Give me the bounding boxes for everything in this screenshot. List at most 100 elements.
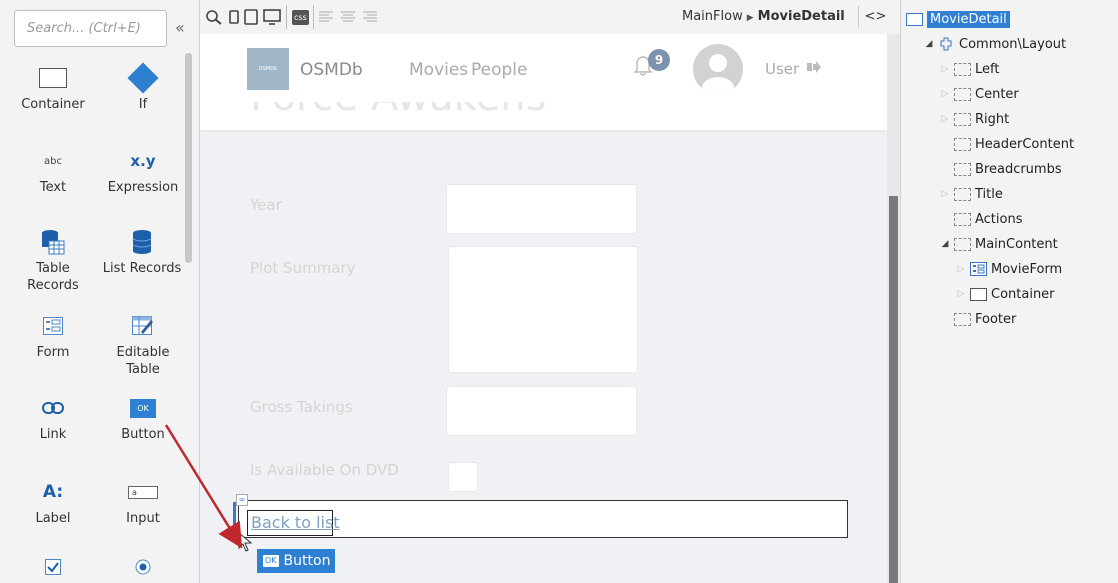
expander-icon[interactable]: ◢ [923, 39, 935, 49]
expander-icon[interactable]: ▷ [955, 264, 967, 274]
tool-label: Container [21, 97, 85, 112]
nav-people[interactable]: People [471, 60, 527, 80]
expander-icon[interactable]: ▷ [939, 89, 951, 99]
code-view-button[interactable]: <> [858, 6, 892, 28]
form-icon [43, 317, 63, 335]
align-center-icon[interactable] [341, 7, 355, 27]
link-widget-icon: ∞ [236, 494, 248, 506]
tool-list-records[interactable]: List Records [92, 224, 192, 277]
tree-node-label: Title [975, 186, 1003, 202]
phone-view-icon[interactable] [229, 7, 239, 27]
align-left-icon[interactable] [319, 7, 333, 27]
placeholder-icon [953, 312, 971, 327]
tree-node-right[interactable]: ▷ Right [939, 108, 1010, 130]
available-dvd-checkbox[interactable] [448, 462, 478, 492]
button-icon: OK [130, 398, 156, 418]
tree-node-moviedetail[interactable]: MovieDetail [905, 8, 1010, 30]
tree-node-footer[interactable]: Footer [939, 308, 1016, 330]
plot-summary-textarea[interactable] [448, 246, 638, 373]
app-brand[interactable]: OSMDb [300, 60, 363, 80]
container-icon [969, 287, 987, 302]
tool-expression[interactable]: x.y Expression [98, 143, 188, 196]
expander-icon[interactable]: ▷ [955, 289, 967, 299]
expander-icon[interactable]: ◢ [939, 239, 951, 249]
checkbox-icon [45, 559, 61, 575]
tool-label: Table Records [27, 261, 79, 293]
avatar[interactable] [693, 44, 743, 94]
container-icon [39, 68, 67, 88]
tool-link[interactable]: Link [8, 390, 98, 443]
tree-node-label: HeaderContent [975, 136, 1075, 152]
logout-icon[interactable] [807, 61, 821, 77]
tool-text[interactable]: abc Text [8, 143, 98, 196]
editor-toolbar: css MainFlow ▶ MovieDetail <> [200, 0, 900, 34]
desktop-view-icon[interactable] [263, 7, 281, 27]
tool-table-records[interactable]: Table Records [8, 224, 98, 294]
tool-label: Input [126, 511, 160, 526]
list-records-icon [132, 230, 152, 254]
tree-node-actions[interactable]: Actions [939, 208, 1023, 230]
tree-node-breadcrumbs[interactable]: Breadcrumbs [939, 158, 1062, 180]
tool-container[interactable]: Container [8, 60, 98, 113]
preview-icon[interactable] [206, 7, 222, 27]
placeholder-icon [953, 212, 971, 227]
tool-label: Label [35, 511, 71, 526]
placeholder-icon [953, 237, 971, 252]
insert-position-indicator [233, 502, 236, 540]
toolbar-divider [286, 5, 287, 29]
app-logo[interactable]: OSMDb [247, 48, 289, 90]
tree-node-label: Actions [975, 211, 1023, 227]
css-icon: css [292, 9, 309, 25]
tool-label-widget[interactable]: A: Label [8, 474, 98, 527]
search-input[interactable]: Search... (Ctrl+E) [14, 10, 167, 47]
tree-node-container[interactable]: ▷ Container [955, 283, 1055, 305]
tool-label: Link [39, 427, 67, 442]
tool-input[interactable]: a Input [98, 474, 188, 527]
form-icon [969, 262, 987, 277]
tree-node-headercontent[interactable]: HeaderContent [939, 133, 1074, 155]
tree-node-label: Breadcrumbs [975, 161, 1062, 177]
tool-if[interactable]: If [98, 60, 188, 113]
tool-radio[interactable] [98, 555, 188, 579]
tree-node-maincontent[interactable]: ◢ MainContent [939, 233, 1058, 255]
widget-tree-panel: MovieDetail ◢ Common\Layout ▷ Left ▷ Center ▷ Ri… [900, 0, 1118, 583]
tool-button[interactable]: OK Button [98, 390, 188, 443]
placeholder-icon [953, 187, 971, 202]
field-label-available-dvd: Is Available On DVD [250, 461, 399, 479]
expander-icon[interactable]: ▷ [939, 64, 951, 74]
screen-canvas[interactable]: OSMDb OSMDb Movies People 9 User Force A… [200, 34, 900, 583]
tool-form[interactable]: Form [8, 308, 98, 361]
tool-label: Text [39, 180, 67, 195]
field-label-plot-summary: Plot Summary [250, 259, 356, 277]
tree-node-movieform[interactable]: ▷ MovieForm [955, 258, 1063, 280]
back-to-list-link[interactable]: Back to list [251, 513, 340, 532]
css-editor-button[interactable]: css [292, 7, 309, 27]
radio-icon [135, 559, 151, 575]
link-icon [42, 402, 64, 414]
tree-node-common-layout[interactable]: ◢ Common\Layout [923, 33, 1067, 55]
mouse-cursor-icon [238, 531, 253, 556]
align-right-icon[interactable] [363, 7, 377, 27]
gross-takings-input[interactable] [446, 386, 637, 436]
tree-node-label: Container [991, 286, 1055, 302]
collapse-panel-button[interactable]: « [175, 18, 185, 37]
breadcrumb-screen[interactable]: MovieDetail [758, 9, 845, 24]
expression-icon: x.y [130, 151, 156, 170]
year-input[interactable] [446, 184, 637, 234]
expander-icon[interactable]: ▷ [939, 114, 951, 124]
tool-checkbox[interactable] [8, 555, 98, 579]
nav-movies[interactable]: Movies [409, 60, 468, 80]
placeholder-icon [953, 137, 971, 152]
user-name[interactable]: User [765, 60, 799, 78]
tool-editable-table[interactable]: Editable Table [98, 308, 188, 378]
breadcrumb: MainFlow ▶ MovieDetail [682, 9, 845, 24]
tablet-view-icon[interactable] [244, 7, 258, 27]
tree-node-center[interactable]: ▷ Center [939, 83, 1019, 105]
tree-node-left[interactable]: ▷ Left [939, 58, 1000, 80]
expander-icon[interactable]: ▷ [939, 189, 951, 199]
tree-node-label: Right [975, 111, 1010, 127]
breadcrumb-flow[interactable]: MainFlow [682, 9, 743, 24]
canvas-scrollbar-thumb[interactable] [889, 196, 898, 583]
field-label-year: Year [250, 196, 282, 214]
tree-node-title[interactable]: ▷ Title [939, 183, 1003, 205]
